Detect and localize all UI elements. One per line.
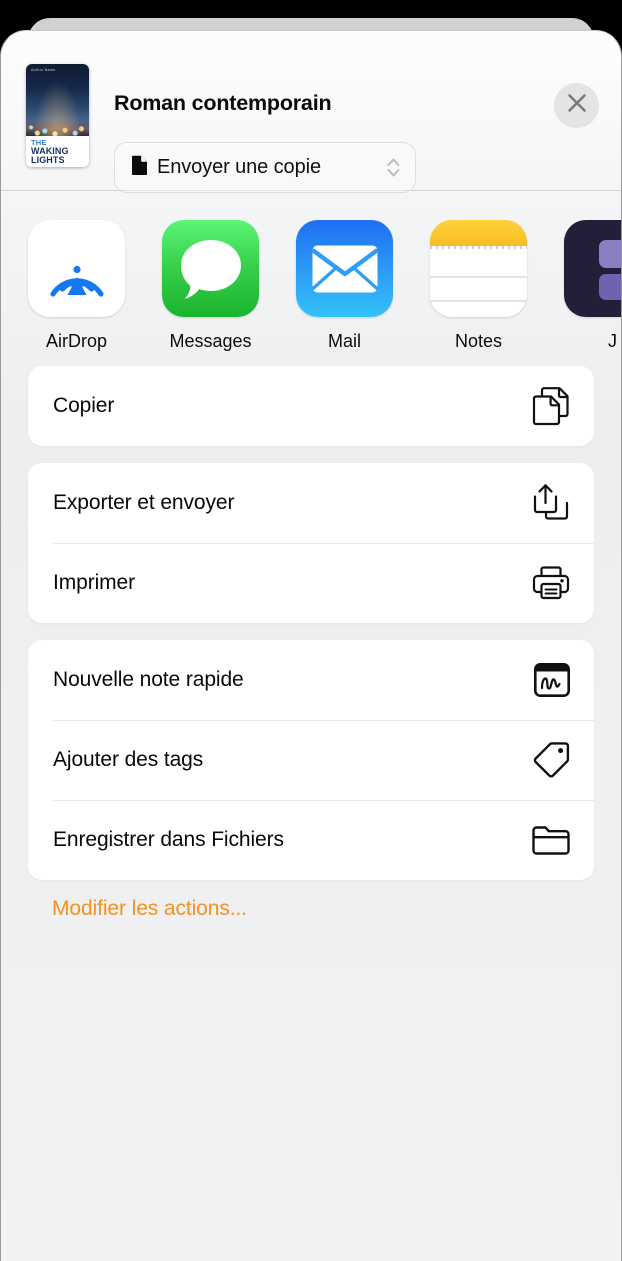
send-format-label: Envoyer une copie — [157, 156, 321, 178]
action-row-exporter-et-envoyer[interactable]: Exporter et envoyer — [28, 463, 594, 543]
folder-icon — [532, 824, 570, 856]
action-row-nouvelle-note-rapide[interactable]: Nouvelle note rapide — [28, 640, 594, 720]
share-target-label: J — [608, 331, 617, 351]
edit-actions-label: Modifier les actions... — [52, 897, 247, 920]
share-target-messages[interactable]: Messages — [162, 220, 259, 366]
messages-icon — [162, 220, 259, 317]
copy-icon — [532, 386, 570, 426]
mail-icon — [296, 220, 393, 317]
share-stack-icon — [532, 483, 570, 523]
share-target-airdrop[interactable]: AirDrop — [28, 220, 125, 366]
share-sheet: Author Name THE WAKING LIGHTS Roman cont… — [0, 30, 622, 1261]
edit-actions-button[interactable]: Modifier les actions... — [52, 897, 621, 921]
share-target-label: AirDrop — [45, 331, 107, 351]
notes-icon — [430, 220, 527, 317]
action-label: Nouvelle note rapide — [53, 668, 244, 691]
book-cover-byline: Author Name — [31, 68, 56, 72]
app-share-targets[interactable]: AirDrop Messages Mail Notes J — [1, 191, 621, 366]
action-row-imprimer[interactable]: Imprimer — [28, 543, 594, 623]
action-label: Ajouter des tags — [53, 748, 204, 771]
book-cover-art: Author Name — [26, 64, 89, 137]
action-row-ajouter-des-tags[interactable]: Ajouter des tags — [28, 720, 594, 800]
send-format-button[interactable]: Envoyer une copie — [114, 142, 416, 193]
share-target-label: Notes — [454, 331, 503, 351]
up-down-chevron-icon — [386, 155, 401, 180]
action-label: Copier — [53, 394, 115, 417]
action-row-enregistrer-dans-fichiers[interactable]: Enregistrer dans Fichiers — [28, 800, 594, 880]
close-icon — [566, 92, 588, 119]
action-label: Exporter et envoyer — [53, 491, 235, 514]
quick-note-icon — [534, 663, 570, 697]
share-sheet-header: Author Name THE WAKING LIGHTS Roman cont… — [1, 31, 621, 193]
action-group-2: Exporter et envoyer Imprimer — [28, 463, 594, 623]
action-group-1: Copier — [28, 366, 594, 446]
action-group-3: Nouvelle note rapide Ajouter des tags En… — [28, 640, 594, 880]
airdrop-icon — [28, 220, 125, 317]
book-cover-title: THE WAKING LIGHTS — [26, 136, 89, 167]
share-target-label: Messages — [169, 331, 252, 351]
printer-icon — [532, 564, 570, 602]
tag-icon — [532, 741, 570, 779]
share-target-notes[interactable]: Notes — [430, 220, 527, 366]
book-cover-title-line3: LIGHTS — [31, 154, 65, 165]
share-target-label: Mail — [327, 331, 361, 351]
screen: Author Name THE WAKING LIGHTS Roman cont… — [0, 0, 622, 1261]
action-label: Imprimer — [53, 571, 136, 594]
close-button[interactable] — [554, 83, 599, 128]
document-icon — [131, 155, 148, 181]
share-target-journal[interactable]: J — [564, 220, 621, 366]
page-title: Roman contemporain — [114, 91, 332, 115]
action-row-copier[interactable]: Copier — [28, 366, 594, 446]
share-target-mail[interactable]: Mail — [296, 220, 393, 366]
journal-icon — [564, 220, 621, 317]
action-label: Enregistrer dans Fichiers — [53, 828, 284, 851]
document-thumbnail: Author Name THE WAKING LIGHTS — [26, 64, 89, 167]
